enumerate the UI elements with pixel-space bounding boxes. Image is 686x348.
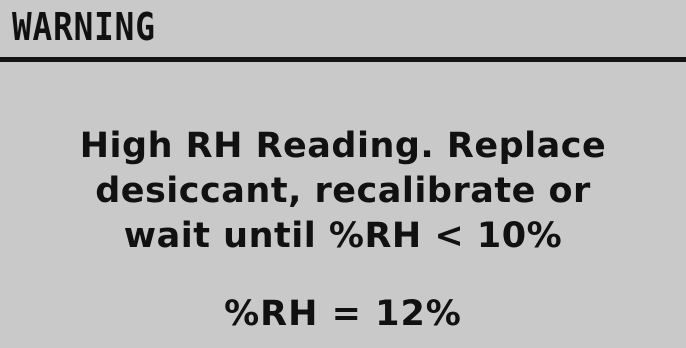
message-line-3: wait until %RH < 10% [123, 216, 563, 256]
header-divider [0, 57, 686, 62]
header-bar: WARNING [0, 0, 686, 57]
warning-message: High RH Reading. Replace desiccant, reca… [0, 124, 686, 259]
warning-title: WARNING [12, 5, 156, 49]
message-line-2: desiccant, recalibrate or [95, 171, 591, 211]
warning-screen: WARNING High RH Reading. Replace desicca… [0, 0, 686, 348]
message-line-1: High RH Reading. Replace [79, 126, 607, 166]
rh-reading: %RH = 12% [224, 294, 462, 334]
